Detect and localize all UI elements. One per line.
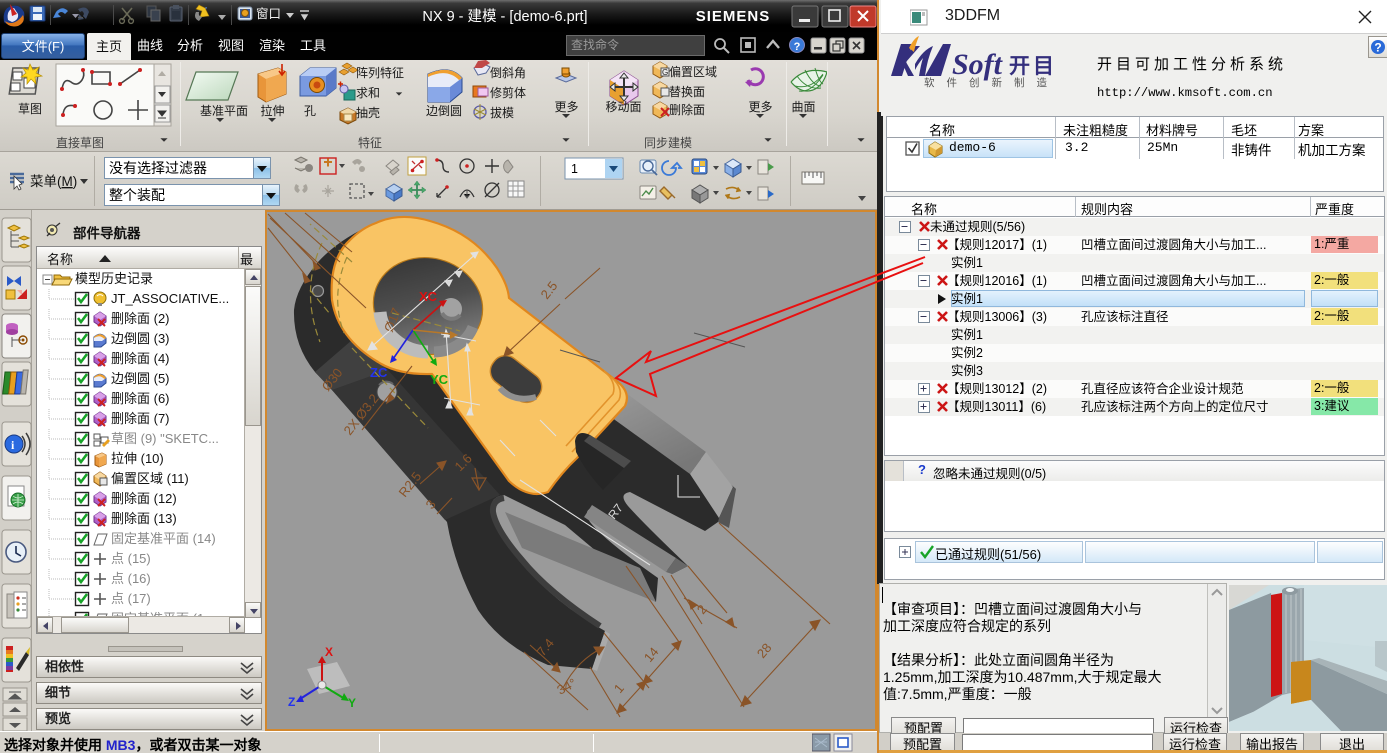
svg-text:28: 28 [754, 640, 775, 661]
svg-text:34°: 34° [554, 675, 578, 697]
svg-text:14: 14 [641, 644, 662, 665]
svg-text:1: 1 [611, 681, 627, 696]
svg-text:NX 9 - 建模 - [demo-6.prt]: NX 9 - 建模 - [demo-6.prt] [422, 8, 587, 25]
svg-text:2.5: 2.5 [538, 278, 561, 301]
svg-text:软件创新制造: 软件创新制造 [924, 76, 1059, 89]
svg-text:?: ? [794, 41, 801, 53]
svg-text:?: ? [1374, 41, 1381, 55]
svg-text:菜单(M): 菜单(M) [30, 174, 77, 189]
svg-text:开目可加工性分析系统: 开目可加工性分析系统 [1097, 56, 1287, 73]
svg-text:Y: Y [348, 696, 356, 710]
svg-text:ZC: ZC [370, 365, 388, 380]
svg-text:1: 1 [571, 162, 578, 176]
svg-text:SIEMENS: SIEMENS [696, 8, 771, 25]
svg-text:YC: YC [430, 372, 449, 387]
svg-text:XC: XC [419, 289, 438, 304]
svg-text:窗口: 窗口 [256, 7, 281, 21]
svg-text:X: X [325, 645, 333, 659]
svg-text:Z: Z [288, 695, 295, 709]
svg-text:G: G [662, 68, 668, 77]
svg-text:http://www.kmsoft.com.cn: http://www.kmsoft.com.cn [1097, 86, 1273, 100]
svg-text:开目: 开目 [1009, 55, 1057, 78]
